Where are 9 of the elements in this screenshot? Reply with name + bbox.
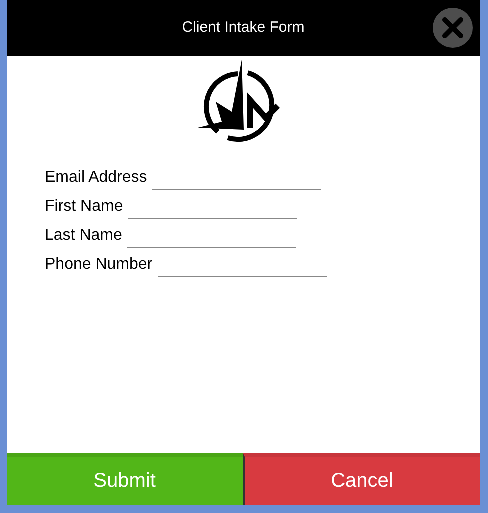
cancel-button[interactable]: Cancel: [242, 453, 480, 505]
window-title: Client Intake Form: [182, 18, 305, 38]
submit-button[interactable]: Submit: [7, 453, 242, 505]
field-label: Phone Number: [45, 255, 153, 275]
field-label: First Name: [45, 197, 124, 217]
close-icon: [442, 17, 464, 39]
field-label: Last Name: [45, 226, 122, 246]
field-label: Email Address: [45, 168, 148, 188]
close-button[interactable]: [433, 8, 473, 48]
